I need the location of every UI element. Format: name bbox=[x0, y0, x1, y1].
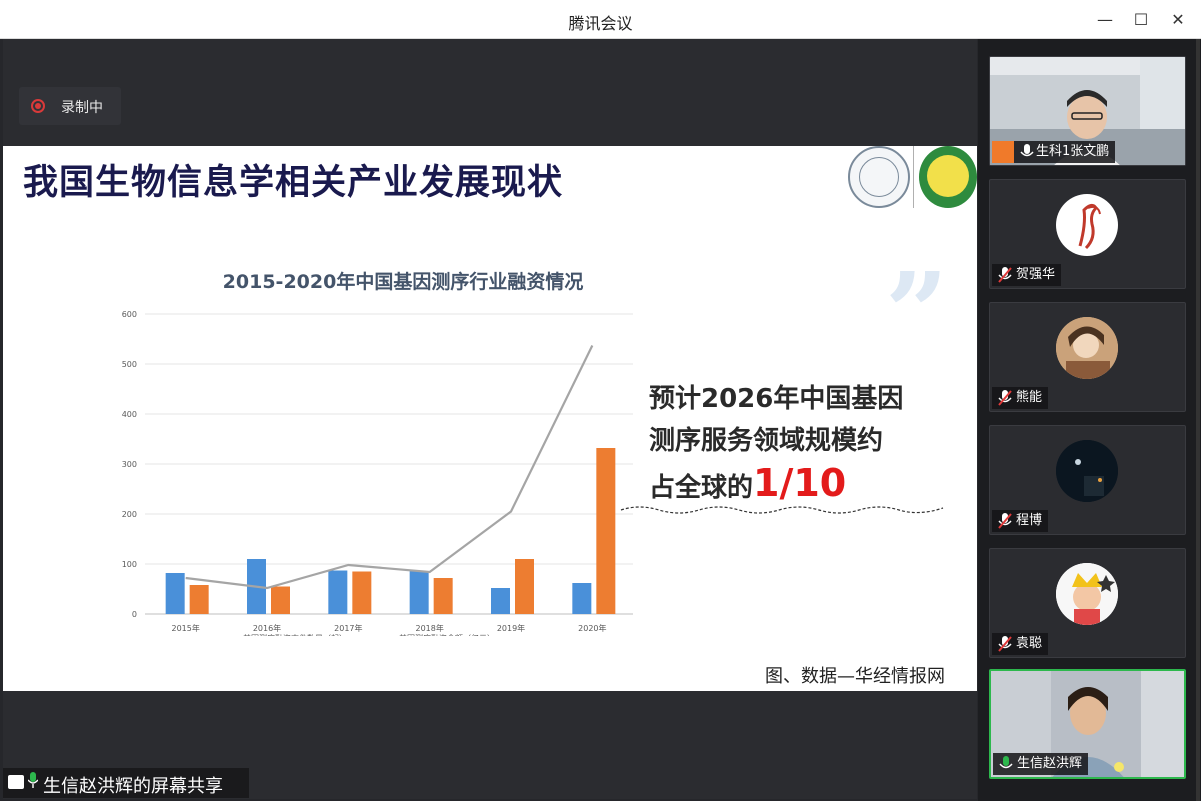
society-logo bbox=[919, 146, 977, 208]
bar-event-count bbox=[491, 588, 510, 614]
microphone-icon bbox=[28, 772, 38, 788]
x-tick-label: 2017年 bbox=[334, 623, 362, 633]
host-icon bbox=[992, 141, 1014, 163]
participant-name-tag: 生信赵洪辉 bbox=[993, 753, 1089, 775]
participant-name-tag: 生科1张文鹏 bbox=[992, 141, 1116, 163]
avatar bbox=[1056, 563, 1118, 625]
avatar-image bbox=[1056, 563, 1118, 625]
x-tick-label: 2015年 bbox=[171, 623, 199, 633]
recording-label: 录制中 bbox=[61, 100, 103, 116]
screen-share-icon bbox=[8, 775, 24, 789]
screen-share-label: 生信赵洪辉的屏幕共享 bbox=[43, 776, 223, 797]
record-icon bbox=[31, 99, 45, 113]
avatar-image bbox=[1078, 203, 1101, 250]
microphone-icon bbox=[999, 756, 1013, 769]
bar-amount bbox=[271, 586, 290, 614]
funding-chart: 2015-2020年中国基因测序行业融资情况 0 100 200 300 400 500 60… bbox=[122, 270, 633, 636]
avatar bbox=[1056, 440, 1118, 502]
avatar-image bbox=[1056, 317, 1118, 379]
recording-badge[interactable]: 录制中 bbox=[19, 87, 121, 125]
y-tick-label: 0 bbox=[132, 610, 137, 619]
participant-name-tag: 程博 bbox=[992, 510, 1049, 532]
microphone-icon bbox=[1020, 144, 1034, 157]
mic-muted-icon bbox=[998, 513, 1012, 529]
participant-name: 生科1张文鹏 bbox=[1036, 144, 1110, 159]
forecast-prefix: 占全球的 bbox=[649, 473, 754, 503]
y-tick-label: 100 bbox=[122, 560, 137, 569]
avatar-image bbox=[1056, 440, 1118, 502]
y-tick-label: 400 bbox=[122, 410, 137, 419]
bar-amount bbox=[596, 448, 616, 614]
y-tick-label: 600 bbox=[122, 310, 137, 319]
participant-name: 熊能 bbox=[1016, 390, 1043, 405]
x-tick-label: 2020年 bbox=[578, 623, 606, 633]
participant-name-tag: 贺强华 bbox=[992, 264, 1062, 286]
mic-muted-icon bbox=[998, 636, 1012, 652]
bar-amount bbox=[433, 578, 453, 614]
participant-list: 生科1张文鹏 贺强华 熊能 程博 袁聪 生信赵洪辉 bbox=[978, 39, 1201, 801]
close-button[interactable]: ✕ bbox=[1166, 8, 1190, 32]
participant-tile[interactable]: 程博 bbox=[989, 425, 1186, 535]
participant-name: 袁聪 bbox=[1016, 636, 1043, 651]
bar-event-count bbox=[409, 571, 429, 614]
participant-tile[interactable]: 贺强华 bbox=[989, 179, 1186, 289]
participant-name: 程博 bbox=[1016, 513, 1043, 528]
x-tick-label: 2018年 bbox=[415, 623, 443, 633]
participant-name: 贺强华 bbox=[1016, 267, 1056, 282]
series-line-per-deal-amount bbox=[185, 345, 594, 590]
bar-amount bbox=[352, 571, 372, 614]
bar-event-count bbox=[165, 573, 185, 614]
logo-divider bbox=[913, 146, 914, 208]
mic-muted-icon bbox=[998, 267, 1012, 283]
minimize-button[interactable]: — bbox=[1093, 8, 1117, 32]
avatar bbox=[1056, 317, 1118, 379]
y-tick-label: 300 bbox=[122, 460, 137, 469]
x-tick-label: 2019年 bbox=[497, 623, 525, 633]
legend-label: 基因测序融资金额（亿元） bbox=[399, 633, 495, 636]
slide-title: 我国生物信息学相关产业发展现状 bbox=[23, 163, 564, 203]
title-bar: 腾讯会议 — ☐ ✕ bbox=[0, 0, 1201, 39]
decorative-wave-line bbox=[620, 506, 944, 514]
data-source-caption: 图、数据—华经情报网 bbox=[765, 666, 945, 687]
meeting-window: 腾讯会议 — ☐ ✕ 录制中 我国生物信息学相关产业发展现状 2015-2020… bbox=[0, 0, 1201, 801]
window-title: 腾讯会议 bbox=[568, 14, 633, 33]
bar-amount bbox=[189, 585, 209, 614]
maximize-button[interactable]: ☐ bbox=[1129, 8, 1153, 32]
university-logo bbox=[848, 146, 910, 208]
quote-mark-icon: ” bbox=[885, 248, 949, 377]
participant-name-tag: 熊能 bbox=[992, 387, 1049, 409]
participant-tile[interactable]: 熊能 bbox=[989, 302, 1186, 412]
participant-tile-active-speaker[interactable]: 生信赵洪辉 bbox=[989, 669, 1186, 779]
participant-name-tag: 袁聪 bbox=[992, 633, 1049, 655]
sidebar-scrollbar[interactable] bbox=[1196, 39, 1200, 801]
bar-event-count bbox=[328, 570, 348, 614]
forecast-line-1: 预计2026年中国基因 bbox=[649, 384, 904, 414]
legend-label: 基因测序融资事件数量（起） bbox=[243, 633, 347, 636]
x-tick-label: 2016年 bbox=[253, 623, 281, 633]
presentation-slide: 我国生物信息学相关产业发展现状 2015-2020年中国基因测序行业融资情况 0 1… bbox=[3, 146, 977, 691]
participant-name: 生信赵洪辉 bbox=[1017, 756, 1083, 771]
forecast-highlight: 1/10 bbox=[753, 461, 847, 505]
bar-amount bbox=[515, 559, 534, 614]
y-tick-label: 200 bbox=[122, 510, 137, 519]
mic-muted-icon bbox=[998, 390, 1012, 406]
forecast-line-2: 测序服务领域规模约 bbox=[649, 426, 884, 456]
y-tick-label: 500 bbox=[122, 360, 137, 369]
forecast-text: 预计2026年中国基因 测序服务领域规模约 占全球的1/10 bbox=[649, 378, 949, 509]
shared-screen-stage: 录制中 我国生物信息学相关产业发展现状 2015-2020年中国基因测序行业融资… bbox=[3, 39, 977, 799]
screen-share-indicator[interactable]: 生信赵洪辉的屏幕共享 bbox=[3, 768, 249, 798]
participant-tile[interactable]: 生科1张文鹏 bbox=[989, 56, 1186, 166]
participant-tile[interactable]: 袁聪 bbox=[989, 548, 1186, 658]
bar-event-count bbox=[572, 583, 592, 614]
avatar bbox=[1056, 194, 1118, 256]
chart-title: 2015-2020年中国基因测序行业融资情况 bbox=[223, 270, 584, 293]
